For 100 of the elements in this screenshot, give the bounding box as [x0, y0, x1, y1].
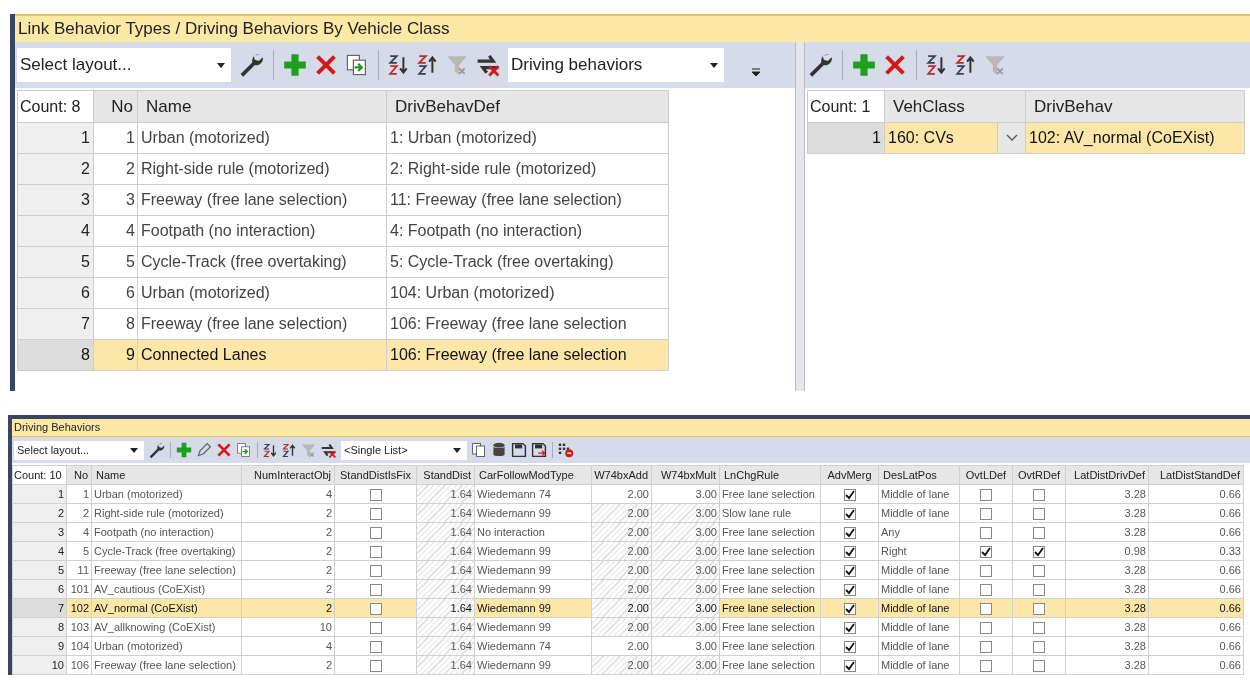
- checkbox[interactable]: [1033, 545, 1045, 558]
- checkbox[interactable]: [369, 545, 382, 558]
- delete-icon[interactable]: [216, 442, 232, 458]
- column-header[interactable]: StandDist: [416, 465, 475, 485]
- sort-descending-icon[interactable]: [955, 54, 977, 76]
- column-header[interactable]: W74bxAdd: [591, 465, 652, 485]
- sort-descending-icon[interactable]: [282, 442, 297, 458]
- add-icon[interactable]: [283, 53, 307, 77]
- checkbox[interactable]: [369, 621, 382, 634]
- column-header[interactable]: Name: [137, 90, 387, 123]
- column-header[interactable]: W74bxMult: [651, 465, 720, 485]
- dropdown-caret-icon[interactable]: [453, 447, 461, 453]
- checkbox[interactable]: [1033, 564, 1045, 577]
- checkbox[interactable]: [843, 640, 856, 653]
- column-header[interactable]: No: [66, 465, 92, 485]
- checkbox[interactable]: [369, 583, 382, 596]
- column-header[interactable]: CarFollowModType: [474, 465, 592, 485]
- column-header[interactable]: LatDistStandDef: [1148, 465, 1244, 485]
- checkbox[interactable]: [1033, 640, 1045, 653]
- checkbox[interactable]: [843, 545, 856, 558]
- row-number[interactable]: 8: [17, 339, 94, 371]
- column-header[interactable]: NumInteractObj: [241, 465, 335, 485]
- column-header[interactable]: OvtLDef: [959, 465, 1013, 485]
- overflow-icon[interactable]: [751, 67, 761, 77]
- checkbox[interactable]: [980, 507, 992, 520]
- checkbox[interactable]: [1033, 659, 1045, 672]
- column-header[interactable]: No: [93, 90, 138, 123]
- column-header[interactable]: DesLatPos: [878, 465, 960, 485]
- list-dropdown[interactable]: <Single List>: [341, 440, 467, 460]
- checkbox[interactable]: [1033, 583, 1045, 596]
- dropdown-cell[interactable]: 160: CVs: [884, 122, 1026, 154]
- checkbox[interactable]: [980, 640, 992, 653]
- arrows-cancel-icon[interactable]: [320, 441, 337, 459]
- delete-icon[interactable]: [314, 53, 338, 77]
- layout-dropdown[interactable]: Select layout...: [17, 48, 231, 82]
- checkbox[interactable]: [1033, 602, 1045, 615]
- checkbox[interactable]: [843, 659, 856, 672]
- row-number[interactable]: 5: [17, 246, 94, 278]
- row-number[interactable]: 2: [17, 153, 94, 185]
- duplicate-icon[interactable]: [345, 53, 369, 77]
- sort-ascending-icon[interactable]: [263, 442, 278, 458]
- row-number[interactable]: 6: [17, 277, 94, 309]
- delete-icon[interactable]: [883, 53, 907, 77]
- checkbox[interactable]: [843, 488, 856, 501]
- column-header[interactable]: Name: [91, 465, 242, 485]
- checkbox[interactable]: [369, 526, 382, 539]
- layout-dropdown[interactable]: Select layout...: [14, 440, 144, 460]
- dropdown-caret-icon[interactable]: [710, 62, 718, 68]
- copy-icon[interactable]: [471, 442, 487, 458]
- wrench-icon[interactable]: [807, 52, 833, 78]
- checkbox[interactable]: [980, 564, 992, 577]
- checkbox[interactable]: [1033, 488, 1045, 501]
- column-header[interactable]: DrivBehav: [1025, 90, 1245, 123]
- checkbox[interactable]: [369, 564, 382, 577]
- checkbox[interactable]: [980, 621, 992, 634]
- checkbox[interactable]: [843, 526, 856, 539]
- wrench-icon[interactable]: [238, 52, 264, 78]
- checkbox[interactable]: [980, 659, 992, 672]
- dropdown-caret-icon[interactable]: [217, 62, 225, 68]
- checkbox[interactable]: [369, 602, 382, 615]
- checkbox[interactable]: [369, 640, 382, 653]
- checkbox[interactable]: [843, 564, 856, 577]
- checkbox[interactable]: [980, 545, 992, 558]
- column-header[interactable]: OvtRDef: [1012, 465, 1066, 485]
- save-icon[interactable]: [511, 442, 527, 458]
- row-number[interactable]: 3: [17, 184, 94, 216]
- checkbox[interactable]: [980, 583, 992, 596]
- column-header[interactable]: DrivBehavDef: [386, 90, 669, 123]
- column-header[interactable]: VehClass: [884, 90, 1026, 123]
- checkbox[interactable]: [980, 526, 992, 539]
- checkbox[interactable]: [843, 621, 856, 634]
- checkbox[interactable]: [843, 602, 856, 615]
- checkbox[interactable]: [843, 583, 856, 596]
- checkbox[interactable]: [980, 602, 992, 615]
- checkbox[interactable]: [1033, 621, 1045, 634]
- checkbox[interactable]: [369, 507, 382, 520]
- checkbox[interactable]: [369, 659, 382, 672]
- column-header[interactable]: LnChgRule: [719, 465, 821, 485]
- add-icon[interactable]: [852, 53, 876, 77]
- add-icon[interactable]: [176, 442, 192, 458]
- checkbox[interactable]: [980, 488, 992, 501]
- dropdown-caret-icon[interactable]: [130, 447, 138, 453]
- list-dropdown[interactable]: Driving behaviors: [508, 48, 724, 82]
- grid-remove-icon[interactable]: [558, 442, 574, 458]
- column-header[interactable]: LatDistDrivDef: [1065, 465, 1149, 485]
- checkbox[interactable]: [843, 507, 856, 520]
- checkbox[interactable]: [369, 488, 382, 501]
- column-header[interactable]: StandDistIsFix: [334, 465, 417, 485]
- arrows-cancel-icon[interactable]: [475, 52, 501, 78]
- column-header[interactable]: AdvMerg: [820, 465, 879, 485]
- duplicate-icon[interactable]: [236, 442, 252, 458]
- pencil-icon[interactable]: [196, 442, 212, 458]
- sort-ascending-icon[interactable]: [388, 54, 410, 76]
- row-number[interactable]: 7: [17, 308, 94, 340]
- sort-descending-icon[interactable]: [417, 54, 439, 76]
- database-icon[interactable]: [491, 442, 507, 458]
- sort-ascending-icon[interactable]: [926, 54, 948, 76]
- checkbox[interactable]: [1033, 526, 1045, 539]
- save-as-icon[interactable]: [531, 442, 547, 458]
- wrench-icon[interactable]: [148, 441, 165, 459]
